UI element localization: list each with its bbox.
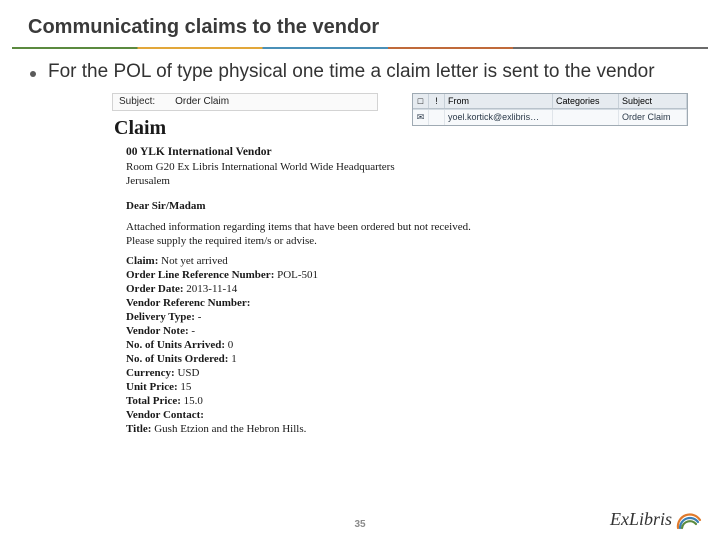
- address-line-1: Room G20 Ex Libris International World W…: [112, 160, 660, 174]
- fields-block: Claim: Not yet arrived Order Line Refere…: [112, 248, 660, 436]
- inbox-col-attach: !​: [429, 94, 445, 108]
- subject-label: Subject:: [113, 96, 175, 107]
- field-claim: Claim: Not yet arrived: [126, 254, 660, 268]
- inbox-cell-attach: [429, 110, 445, 125]
- field-title: Title: Gush Etzion and the Hebron Hills.: [126, 422, 660, 436]
- logo-arc-icon: [676, 508, 702, 530]
- bullet-list: For the POL of type physical one time a …: [0, 49, 720, 87]
- inbox-header-row: □ !​ From Categories Subject: [413, 94, 687, 109]
- letter-screenshot: □ !​ From Categories Subject ✉ yoel.kort…: [112, 93, 660, 436]
- bullet-dot: [30, 71, 36, 77]
- inbox-col-categories: Categories: [553, 94, 619, 108]
- inbox-cell-categories: [553, 110, 619, 125]
- field-unitsordered: No. of Units Ordered: 1: [126, 352, 660, 366]
- subject-bar: Subject: Order Claim: [112, 93, 378, 111]
- field-vendorref: Vendor Referenc Number:: [126, 296, 660, 310]
- body-line-1: Attached information regarding items tha…: [112, 220, 660, 234]
- page-number: 35: [354, 519, 365, 530]
- body-line-2: Please supply the required item/s or adv…: [112, 234, 660, 248]
- field-vendornote: Vendor Note: -: [126, 324, 660, 338]
- inbox-cell-subject: Order Claim: [619, 110, 687, 125]
- field-totalprice: Total Price: 15.0: [126, 394, 660, 408]
- vendor-name: 00 YLK International Vendor: [112, 142, 660, 160]
- field-orderline: Order Line Reference Number: POL-501: [126, 268, 660, 282]
- envelope-icon: ✉: [413, 110, 429, 125]
- slide-title: Communicating claims to the vendor: [0, 0, 720, 47]
- inbox-cell-from: yoel.kortick@exlibris…: [445, 110, 553, 125]
- inbox-preview: □ !​ From Categories Subject ✉ yoel.kort…: [412, 93, 688, 126]
- field-vendorcontact: Vendor Contact:: [126, 408, 660, 422]
- inbox-col-icon: □: [413, 94, 429, 108]
- logo-text: ExLibris: [610, 509, 672, 530]
- subject-value: Order Claim: [175, 96, 229, 107]
- field-orderdate: Order Date: 2013-11-14: [126, 282, 660, 296]
- bullet-text: For the POL of type physical one time a …: [48, 59, 655, 85]
- claim-letter: Claim 00 YLK International Vendor Room G…: [112, 111, 660, 436]
- field-deliverytype: Delivery Type: -: [126, 310, 660, 324]
- field-currency: Currency: USD: [126, 366, 660, 380]
- greeting: Dear Sir/Madam: [112, 198, 660, 214]
- field-unitsarrived: No. of Units Arrived: 0: [126, 338, 660, 352]
- inbox-col-from: From: [445, 94, 553, 108]
- inbox-row: ✉ yoel.kortick@exlibris… Order Claim: [413, 109, 687, 125]
- field-unitprice: Unit Price: 15: [126, 380, 660, 394]
- inbox-col-subject: Subject: [619, 94, 687, 108]
- address-line-2: Jerusalem: [112, 174, 660, 188]
- exlibris-logo: ExLibris: [610, 508, 702, 530]
